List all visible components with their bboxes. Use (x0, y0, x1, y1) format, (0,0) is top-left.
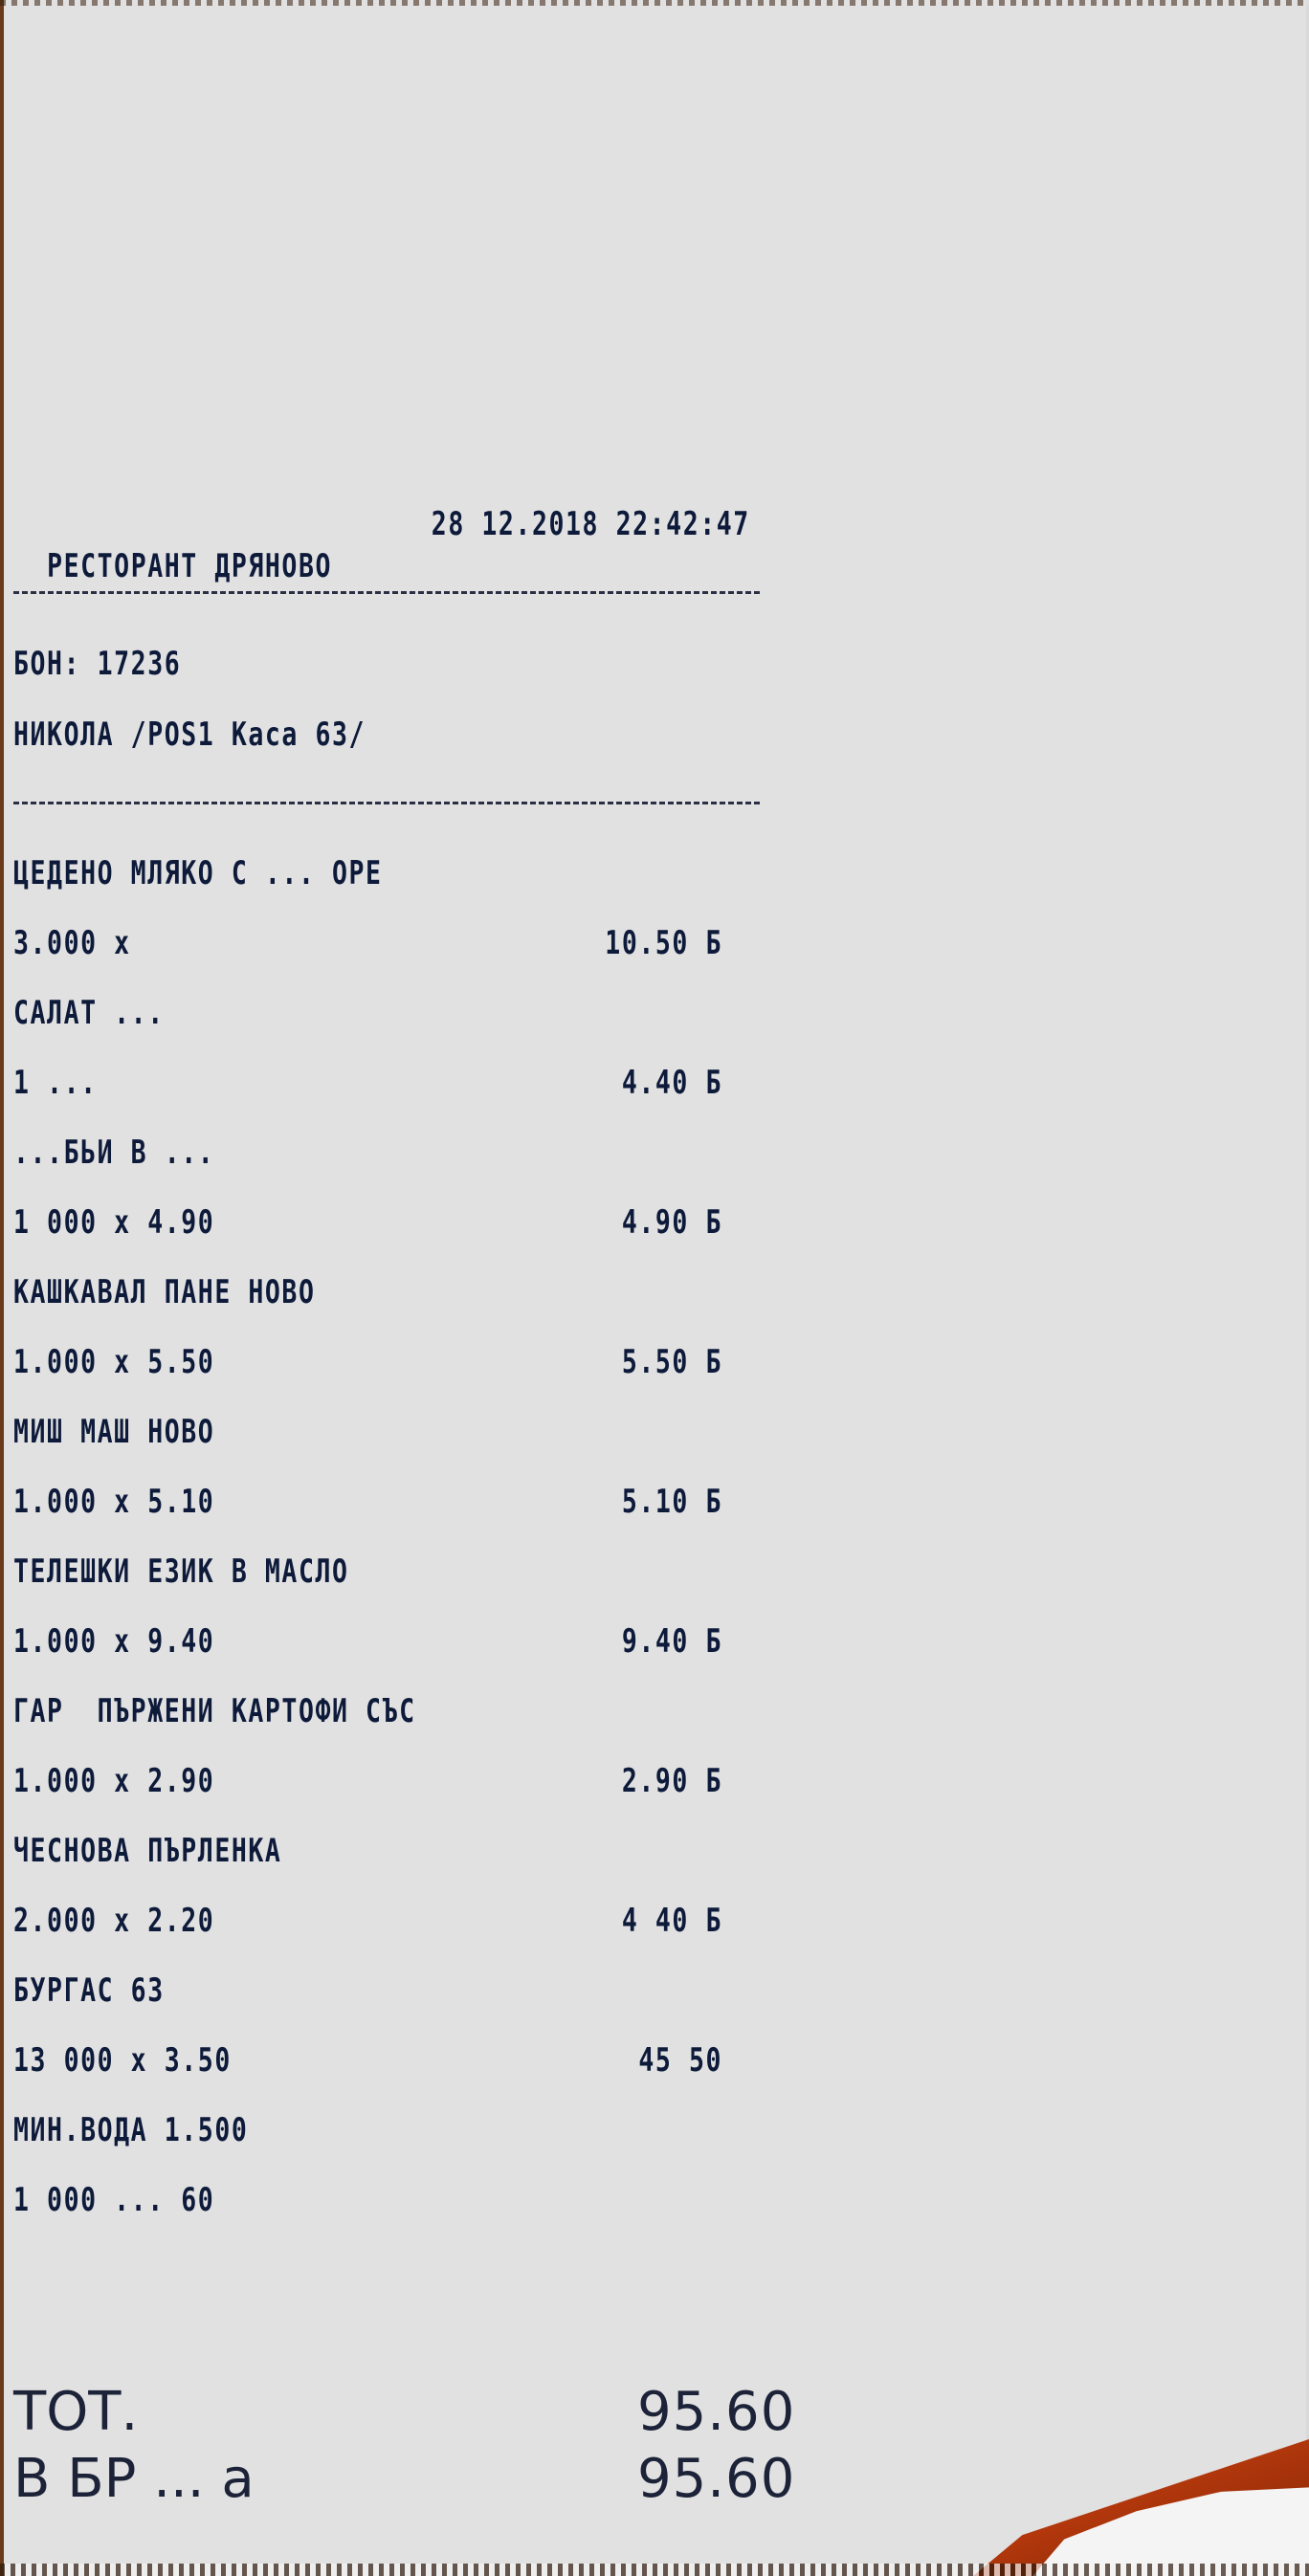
item-qty-row: 1.000 х 2.90 2.90 Б (13, 1760, 721, 1802)
item-amount: 45 50 (638, 2041, 722, 2080)
item-name: МИН.ВОДА 1.500 (13, 2111, 249, 2149)
item-name: ЦЕДЕНО МЛЯКО С ... ОРЕ (13, 854, 383, 892)
paid-row: В БР ... а 95.60 (13, 2446, 794, 2513)
receipt-number: БОН: 17236 (13, 645, 182, 683)
total-label: ТОТ. (13, 2381, 139, 2443)
item-amount: 4.40 Б (621, 1064, 722, 1102)
item-qty-row: 3.000 х 10.50 Б (13, 922, 721, 964)
item-qty: 13 000 х 3.50 (13, 2041, 232, 2080)
total-row: ТОТ. 95.60 (13, 2379, 794, 2446)
item-qty: 1 000 х 4.90 (13, 1203, 215, 1242)
item-amount: 5.50 Б (621, 1343, 722, 1381)
total-value: 95.60 (637, 2381, 796, 2443)
item-name: БУРГАС 63 (13, 1971, 165, 2010)
item-qty-row: 1.000 х 5.50 5.50 Б (13, 1341, 721, 1383)
operator-line: НИКОЛА /POS1 Каса 63/ (13, 716, 366, 754)
separator (13, 591, 760, 594)
item-amount: 4 40 Б (621, 1902, 722, 1940)
item-qty-row: 1 000 х 4.90 4.90 Б (13, 1201, 721, 1244)
item-qty-row: 1.000 х 5.10 5.10 Б (13, 1481, 721, 1523)
item-qty: 3.000 х (13, 924, 131, 962)
item-name: САЛАТ ... (13, 994, 165, 1032)
paid-label: В БР ... а (13, 2448, 255, 2510)
restaurant-name: РЕСТОРАНТ ДРЯНОВО (47, 547, 333, 585)
item-qty: 1.000 х 5.50 (13, 1343, 215, 1381)
receipt-datetime: 28 12.2018 22:42:47 (431, 505, 750, 543)
separator (13, 802, 760, 804)
receipt-header: РЕСТОРАНТ ДРЯНОВО 28 12.2018 22:42:47 (13, 503, 748, 585)
item-amount: 2.90 Б (621, 1762, 722, 1800)
item-qty: 1.000 х 9.40 (13, 1622, 215, 1661)
item-qty: 1 ... (13, 1064, 98, 1102)
item-name: МИШ МАШ НОВО (13, 1413, 215, 1451)
item-qty-row: 2.000 х 2.20 4 40 Б (13, 1900, 721, 1942)
item-name: КАШКАВАЛ ПАНЕ НОВО (13, 1273, 316, 1311)
item-name: ГАР ПЪРЖЕНИ КАРТОФИ СЪС (13, 1692, 416, 1730)
receipt-bottom-edge (0, 2564, 1309, 2576)
item-qty-row: 1 ... 4.40 Б (13, 1062, 721, 1104)
item-amount: 9.40 Б (621, 1622, 722, 1661)
item-qty: 1.000 х 2.90 (13, 1762, 215, 1800)
item-amount: 10.50 Б (605, 924, 722, 962)
item-amount: 5.10 Б (621, 1483, 722, 1521)
item-qty-row: 1.000 х 9.40 9.40 Б (13, 1620, 721, 1662)
item-qty-row: 13 000 х 3.50 45 50 (13, 2039, 721, 2081)
item-name: ТЕЛЕШКИ ЕЗИК В МАСЛО (13, 1552, 349, 1591)
item-name: ...БЬИ В ... (13, 1134, 215, 1172)
item-amount: 4.90 Б (621, 1203, 722, 1242)
item-qty: 1 000 ... 60 (13, 2181, 215, 2219)
item-name: ЧЕСНОВА ПЪРЛЕНКА (13, 1832, 282, 1870)
item-qty-row: 1 000 ... 60 (13, 2179, 595, 2221)
receipt-top-edge (0, 0, 1309, 6)
item-qty: 2.000 х 2.20 (13, 1902, 215, 1940)
item-qty: 1.000 х 5.10 (13, 1483, 215, 1521)
paid-value: 95.60 (637, 2448, 796, 2510)
